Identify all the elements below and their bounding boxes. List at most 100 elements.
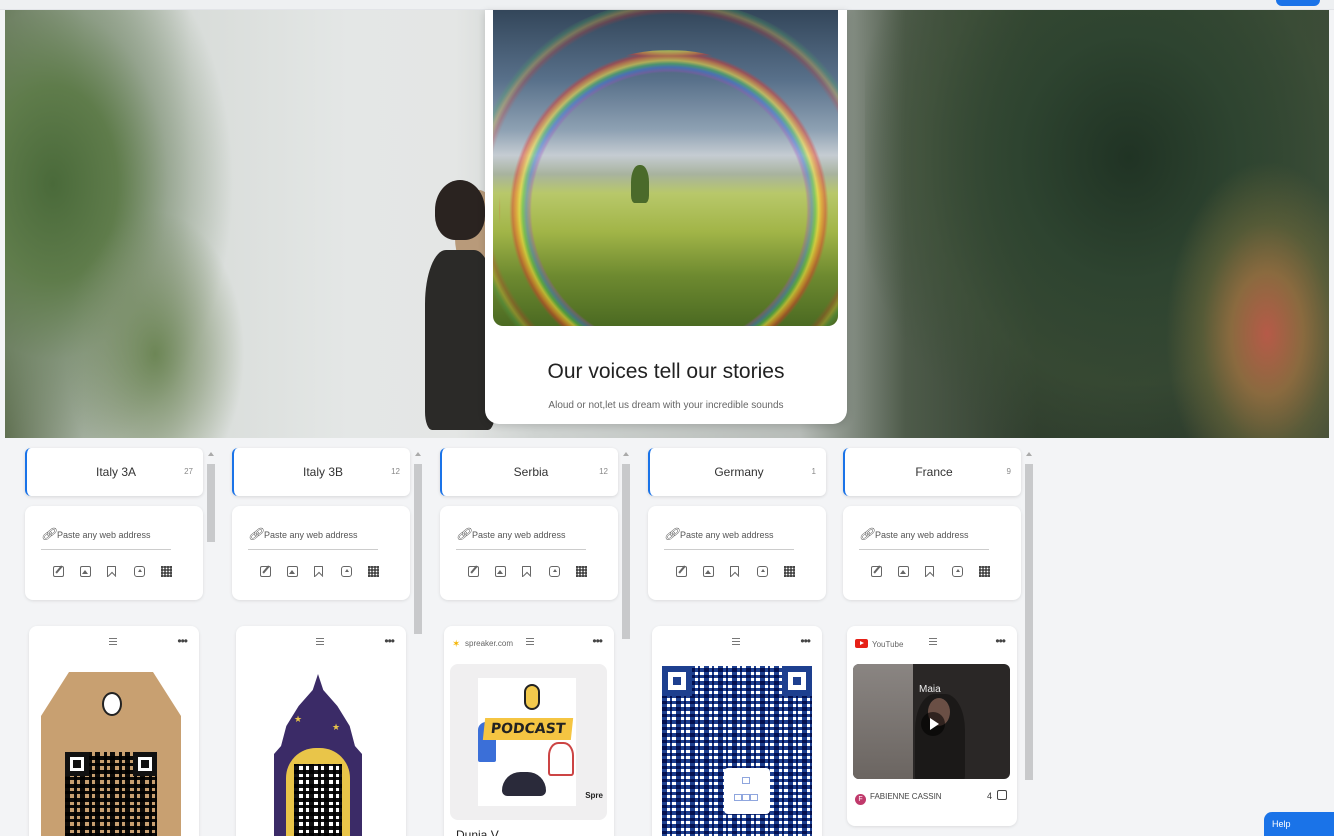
drag-handle-icon[interactable] <box>109 638 117 645</box>
scroll-thumb[interactable] <box>207 464 215 542</box>
podcast-artwork: PODCAST <box>478 678 576 806</box>
paste-url-input[interactable] <box>264 528 376 542</box>
scroll-up-icon[interactable] <box>623 452 629 456</box>
image-icon[interactable] <box>287 566 298 577</box>
qr-code-icon[interactable] <box>979 566 990 577</box>
composer-tools <box>468 566 598 580</box>
upload-icon[interactable] <box>952 566 963 577</box>
qr-code-icon[interactable] <box>368 566 379 577</box>
column-title: France <box>915 465 953 479</box>
more-options-icon[interactable]: ••• <box>800 634 811 648</box>
post-card[interactable]: ••• <box>652 626 822 836</box>
drag-handle-icon[interactable] <box>526 638 534 645</box>
qr-center-logo <box>724 768 770 814</box>
edit-icon[interactable] <box>260 566 271 577</box>
thumbs-up-icon[interactable] <box>997 790 1007 800</box>
upload-icon[interactable] <box>549 566 560 577</box>
scroll-up-icon[interactable] <box>1026 452 1032 456</box>
like-count[interactable]: 4 <box>987 790 1007 801</box>
paste-url-input[interactable] <box>680 528 792 542</box>
image-icon[interactable] <box>80 566 91 577</box>
podcast-preview[interactable]: PODCAST Spre <box>450 664 607 820</box>
author-name: FABIENNE CASSIN <box>870 792 942 801</box>
column-header[interactable]: Italy 3B 12 <box>232 448 410 496</box>
upload-icon[interactable] <box>134 566 145 577</box>
column-france: France 9 🔗︎ YouTube ••• Maia <box>843 448 1033 836</box>
drag-handle-icon[interactable] <box>929 638 937 645</box>
post-card[interactable]: YouTube ••• Maia F FABIENNE CASSIN 4 <box>847 626 1017 826</box>
column-header[interactable]: Germany 1 <box>648 448 826 496</box>
bookmark-icon[interactable] <box>730 566 739 577</box>
column-serbia: Serbia 12 🔗︎ ✶spreaker.com ••• PODCA <box>440 448 630 836</box>
more-options-icon[interactable]: ••• <box>995 634 1006 648</box>
scroll-thumb[interactable] <box>414 464 422 634</box>
qr-code-icon[interactable] <box>784 566 795 577</box>
bookmark-icon[interactable] <box>925 566 934 577</box>
scroll-thumb[interactable] <box>1025 464 1033 780</box>
post-card[interactable]: ••• ★ ★ <box>236 626 406 836</box>
page-subtitle: Aloud or not,let us dream with your incr… <box>548 400 784 411</box>
more-options-icon[interactable]: ••• <box>592 634 603 648</box>
bookmark-icon[interactable] <box>314 566 323 577</box>
image-icon[interactable] <box>898 566 909 577</box>
hero-image-rainbow <box>493 10 838 326</box>
tag-hole <box>102 692 122 716</box>
edit-icon[interactable] <box>468 566 479 577</box>
video-thumbnail[interactable]: Maia <box>853 664 1010 779</box>
star-icon: ★ <box>332 722 341 732</box>
upload-icon[interactable] <box>757 566 768 577</box>
upload-icon[interactable] <box>341 566 352 577</box>
column-header[interactable]: France 9 <box>843 448 1021 496</box>
play-icon[interactable] <box>921 712 945 736</box>
podcast-person-seated <box>502 772 546 796</box>
column-header[interactable]: Italy 3A 27 <box>25 448 203 496</box>
edit-icon[interactable] <box>676 566 687 577</box>
more-options-icon[interactable]: ••• <box>177 634 188 648</box>
drag-handle-icon[interactable] <box>732 638 740 645</box>
post-source[interactable]: ✶ spreaker.com <box>452 639 513 650</box>
qr-finder <box>782 666 812 696</box>
paste-url-input[interactable] <box>57 528 169 542</box>
page-title: Our voices tell our stories <box>547 360 785 383</box>
composer-tools <box>676 566 806 580</box>
youtube-icon <box>855 639 868 648</box>
edit-icon[interactable] <box>53 566 64 577</box>
scroll-up-icon[interactable] <box>415 452 421 456</box>
bookmark-icon[interactable] <box>522 566 531 577</box>
microphone-icon <box>524 684 540 710</box>
podcast-lamp <box>548 742 574 776</box>
post-card[interactable]: ••• <box>29 626 199 836</box>
drag-handle-icon[interactable] <box>316 638 324 645</box>
top-right-button[interactable] <box>1276 0 1320 6</box>
composer-tools <box>53 566 183 580</box>
post-composer: 🔗︎ <box>232 506 410 600</box>
qr-code-icon[interactable] <box>161 566 172 577</box>
paste-url-input[interactable] <box>875 528 987 542</box>
post-card[interactable]: ✶ spreaker.com ••• PODCAST Spre Dunja V. <box>444 626 614 836</box>
column-count: 27 <box>184 467 193 476</box>
help-button[interactable]: Help <box>1264 812 1334 836</box>
post-source[interactable]: YouTube <box>855 639 903 649</box>
image-icon[interactable] <box>495 566 506 577</box>
top-bar <box>0 0 1334 10</box>
paste-row: 🔗︎ <box>456 526 586 550</box>
column-header[interactable]: Serbia 12 <box>440 448 618 496</box>
scroll-up-icon[interactable] <box>208 452 214 456</box>
column-scrollbar[interactable] <box>414 452 422 836</box>
scroll-thumb[interactable] <box>622 464 630 639</box>
qr-tag-image <box>41 672 181 836</box>
column-scrollbar[interactable] <box>1025 452 1033 836</box>
bookmark-icon[interactable] <box>107 566 116 577</box>
paste-url-input[interactable] <box>472 528 584 542</box>
paste-row: 🔗︎ <box>41 526 171 550</box>
qr-code-icon[interactable] <box>576 566 587 577</box>
more-options-icon[interactable]: ••• <box>384 634 395 648</box>
video-room <box>853 664 913 779</box>
network-icon <box>734 777 760 805</box>
edit-icon[interactable] <box>871 566 882 577</box>
column-title: Germany <box>714 465 764 479</box>
column-scrollbar[interactable] <box>207 452 215 836</box>
qr-code-image <box>662 666 812 836</box>
image-icon[interactable] <box>703 566 714 577</box>
column-scrollbar[interactable] <box>622 452 630 836</box>
